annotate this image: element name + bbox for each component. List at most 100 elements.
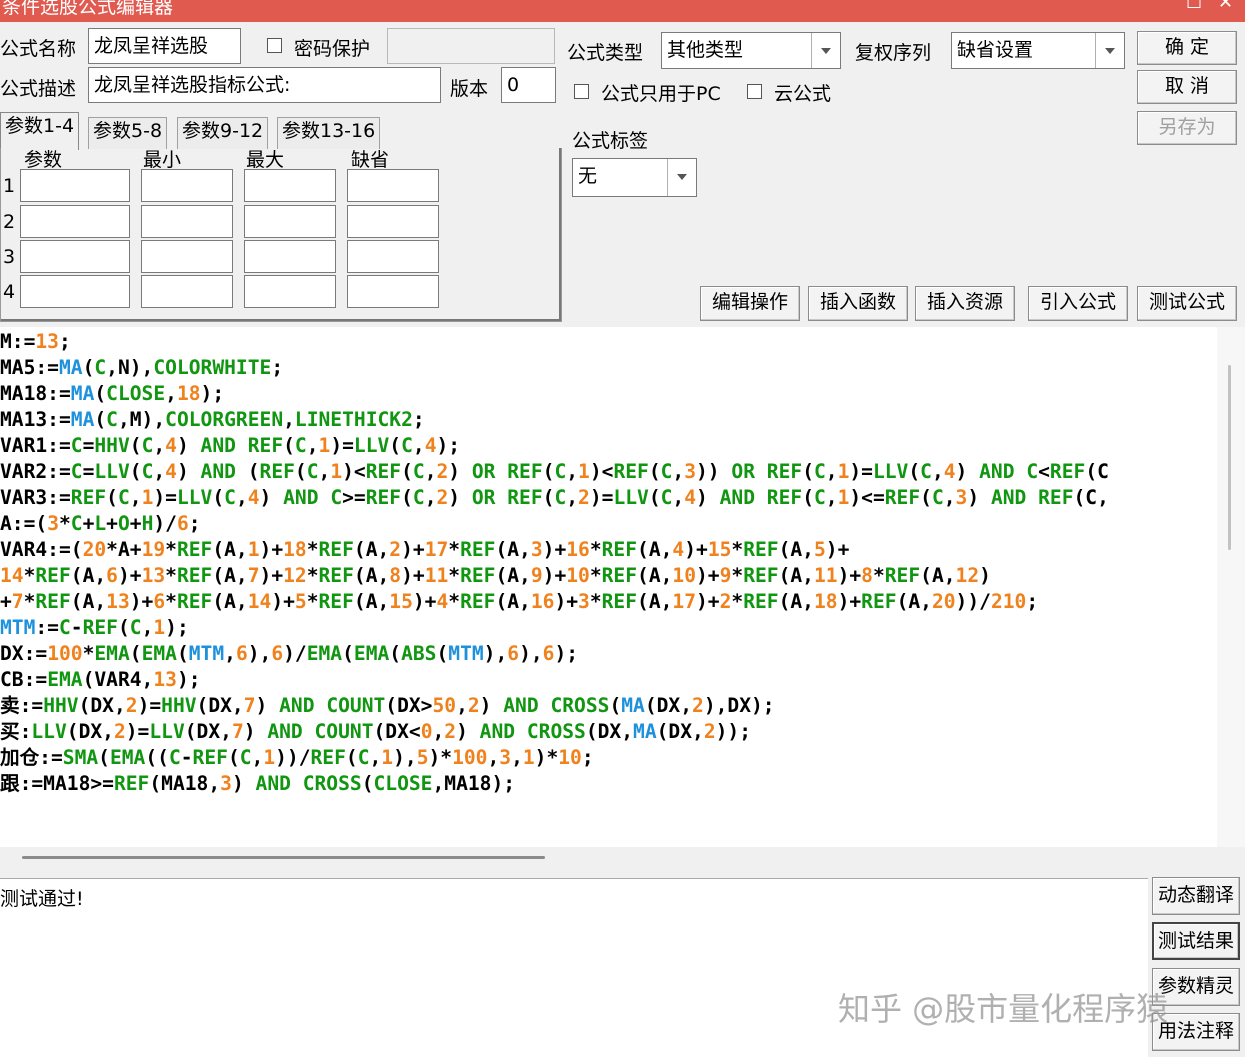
- code-line[interactable]: MA18:=MA(CLOSE,18);: [0, 381, 1109, 407]
- code-line[interactable]: 跟:=MA18>=REF(MA18,3) AND CROSS(CLOSE,MA1…: [0, 771, 1109, 797]
- test-formula-button[interactable]: 测试公式: [1137, 286, 1237, 321]
- param-max-input[interactable]: [244, 169, 336, 202]
- code-token: )+: [259, 564, 284, 587]
- code-token: VAR2:=: [0, 460, 71, 483]
- code-token: 14: [0, 564, 24, 587]
- horizontal-scroll-thumb[interactable]: [22, 856, 545, 859]
- code-line[interactable]: +7*REF(A,13)+6*REF(A,14)+5*REF(A,15)+4*R…: [0, 589, 1109, 615]
- code-line[interactable]: MA13:=MA(C,M),COLORGREEN,LINETHICK2;: [0, 407, 1109, 433]
- password-checkbox[interactable]: [267, 38, 282, 53]
- type-select[interactable]: 其他类型: [661, 32, 841, 69]
- code-token: 4: [943, 460, 956, 483]
- code-token: HHV: [43, 694, 79, 717]
- param-min-input[interactable]: [141, 205, 233, 238]
- vertical-scroll-thumb[interactable]: [1228, 365, 1231, 550]
- ok-button[interactable]: 确 定: [1137, 31, 1237, 65]
- code-line[interactable]: VAR4:=(20*A+19*REF(A,1)+18*REF(A,2)+17*R…: [0, 537, 1109, 563]
- code-line[interactable]: 买:LLV(DX,2)=LLV(DX,7) AND COUNT(DX<0,2) …: [0, 719, 1109, 745]
- pc-only-checkbox[interactable]: [574, 84, 589, 99]
- cancel-button[interactable]: 取 消: [1137, 70, 1237, 104]
- horizontal-scrollbar[interactable]: [0, 847, 1245, 875]
- vertical-scrollbar[interactable]: [1217, 327, 1245, 847]
- desc-input[interactable]: 龙凤呈祥选股指标公式:: [88, 67, 441, 103]
- tag-select[interactable]: 无: [572, 158, 697, 197]
- code-line[interactable]: A:=(3*C+L+O+H)/6;: [0, 511, 1109, 537]
- code-token: REF: [176, 590, 213, 613]
- param-min-input[interactable]: [141, 275, 233, 308]
- code-token: ,: [283, 408, 295, 431]
- code-line[interactable]: VAR1:=C=HHV(C,4) AND REF(C,1)=LLV(C,4);: [0, 433, 1109, 459]
- code-token: 12: [283, 564, 307, 587]
- code-line[interactable]: 卖:=HHV(DX,2)=HHV(DX,7) AND COUNT(DX>50,2…: [0, 693, 1109, 719]
- param-header-max: 最大: [246, 149, 285, 171]
- code-editor[interactable]: M:=13; MA5:=MA(C,N),COLORWHITE; MA18:=MA(C…: [0, 327, 1217, 847]
- code-token: ,: [251, 746, 264, 769]
- code-token: (: [212, 486, 225, 509]
- code-token: (: [283, 434, 295, 457]
- code-line[interactable]: 14*REF(A,6)+13*REF(A,7)+12*REF(A,8)+11*R…: [0, 563, 1109, 589]
- version-input[interactable]: 0: [501, 67, 556, 103]
- param-default-input[interactable]: [347, 275, 439, 308]
- param-name-input[interactable]: [20, 169, 130, 202]
- code-token: )*: [534, 746, 559, 769]
- code-token: C: [70, 512, 83, 535]
- import-formula-button[interactable]: 引入公式: [1028, 286, 1128, 321]
- close-icon[interactable]: ✕: [1218, 0, 1233, 13]
- code-token: C: [813, 486, 826, 509]
- param-default-input[interactable]: [347, 169, 439, 202]
- param-max-input[interactable]: [244, 275, 336, 308]
- insert-function-button[interactable]: 插入函数: [808, 286, 908, 321]
- code-token: )<=: [849, 486, 885, 509]
- param-default-input[interactable]: [347, 205, 439, 238]
- code-token: 13: [106, 590, 130, 613]
- param-min-input[interactable]: [141, 169, 233, 202]
- code-line[interactable]: VAR3:=REF(C,1)=LLV(C,4) AND C>=REF(C,2) …: [0, 485, 1109, 511]
- chevron-down-icon[interactable]: [1095, 33, 1124, 68]
- edit-ops-button[interactable]: 编辑操作: [700, 286, 800, 321]
- maximize-icon[interactable]: ☐: [1186, 0, 1202, 13]
- insert-resource-button[interactable]: 插入资源: [915, 286, 1015, 321]
- code-line[interactable]: MTM:=C-REF(C,1);: [0, 615, 1109, 641]
- code-line[interactable]: 加仓:=SMA(EMA((C-REF(C,1))/REF(C,1),5)*100…: [0, 745, 1109, 771]
- param-default-input[interactable]: [347, 240, 439, 273]
- param-name-input[interactable]: [20, 275, 130, 308]
- code-token: MA: [70, 408, 95, 431]
- code-token: 3: [955, 486, 968, 509]
- param-name-input[interactable]: [20, 240, 130, 273]
- save-as-button[interactable]: 另存为: [1137, 111, 1237, 145]
- code-token: REF: [507, 460, 543, 483]
- code-line[interactable]: DX:=100*EMA(EMA(MTM,6),6)/EMA(EMA(ABS(MT…: [0, 641, 1109, 667]
- code-token: REF: [318, 564, 354, 587]
- cloud-checkbox[interactable]: [747, 84, 762, 99]
- code-token: *: [731, 538, 744, 561]
- code-token: REF: [601, 538, 638, 561]
- code-token: (: [176, 642, 189, 665]
- code-text[interactable]: M:=13; MA5:=MA(C,N),COLORWHITE; MA18:=MA(C…: [0, 329, 1109, 797]
- tag-label: 公式标签: [572, 130, 649, 152]
- code-line[interactable]: CB:=EMA(VAR4,13);: [0, 667, 1109, 693]
- code-token: (: [94, 408, 107, 431]
- fq-select[interactable]: 缺省设置: [951, 32, 1125, 69]
- name-input[interactable]: 龙凤呈祥选股: [88, 28, 241, 64]
- code-token: C: [70, 434, 83, 457]
- code-token: (A,: [778, 538, 814, 561]
- code-token: A:=(: [0, 512, 48, 535]
- param-max-input[interactable]: [244, 240, 336, 273]
- dynamic-translate-button[interactable]: 动态翻译: [1152, 877, 1240, 915]
- code-line[interactable]: M:=13;: [0, 329, 1109, 355]
- param-max-input[interactable]: [244, 205, 336, 238]
- chevron-down-icon[interactable]: [811, 33, 840, 68]
- code-token: 1: [330, 460, 343, 483]
- password-input[interactable]: [387, 28, 555, 64]
- code-token: 6: [176, 512, 189, 535]
- param-min-input[interactable]: [141, 240, 233, 273]
- test-result-button[interactable]: 测试结果: [1152, 922, 1240, 960]
- chevron-down-icon[interactable]: [667, 159, 696, 196]
- code-line[interactable]: MA5:=MA(C,N),COLORWHITE;: [0, 355, 1109, 381]
- code-line[interactable]: VAR2:=C=LLV(C,4) AND (REF(C,1)<REF(C,2) …: [0, 459, 1109, 485]
- code-token: 7: [11, 590, 24, 613]
- code-token: EMA: [47, 668, 83, 691]
- param-name-input[interactable]: [20, 205, 130, 238]
